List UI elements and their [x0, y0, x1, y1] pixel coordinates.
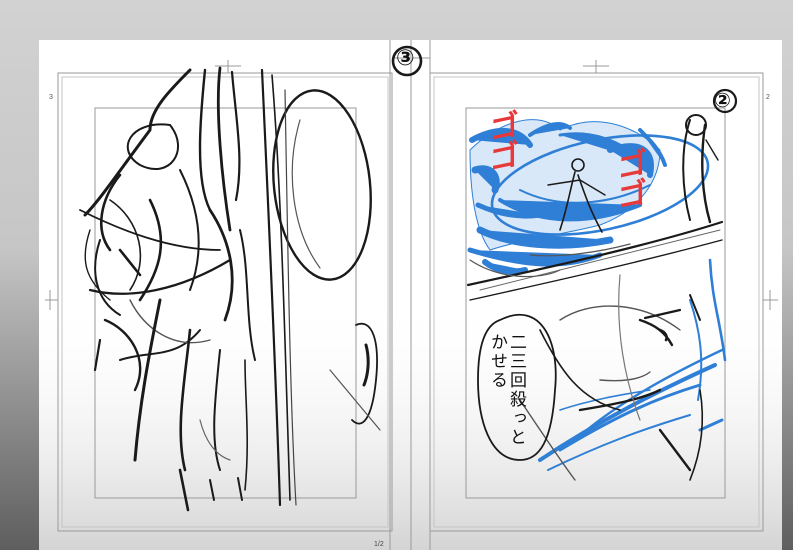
canvas-area[interactable]: 3 2 1/2 ③ ② ゴゴ ゴゴ 二三回殺っとかせる	[0, 0, 793, 550]
sfx-rumble-left: ゴゴ	[483, 108, 518, 176]
spread-center-mark: 1/2	[374, 541, 384, 548]
left-page-number: 3	[49, 94, 53, 101]
sfx-rumble-right: ゴゴ	[611, 146, 646, 214]
manga-spread-sketch[interactable]	[0, 0, 793, 550]
right-page-number: 2	[766, 94, 770, 101]
right-hand-page-number: ②	[714, 88, 731, 112]
left-hand-page-number: ③	[396, 46, 415, 71]
speech-bubble-text: 二三回殺っとかせる	[487, 333, 526, 447]
